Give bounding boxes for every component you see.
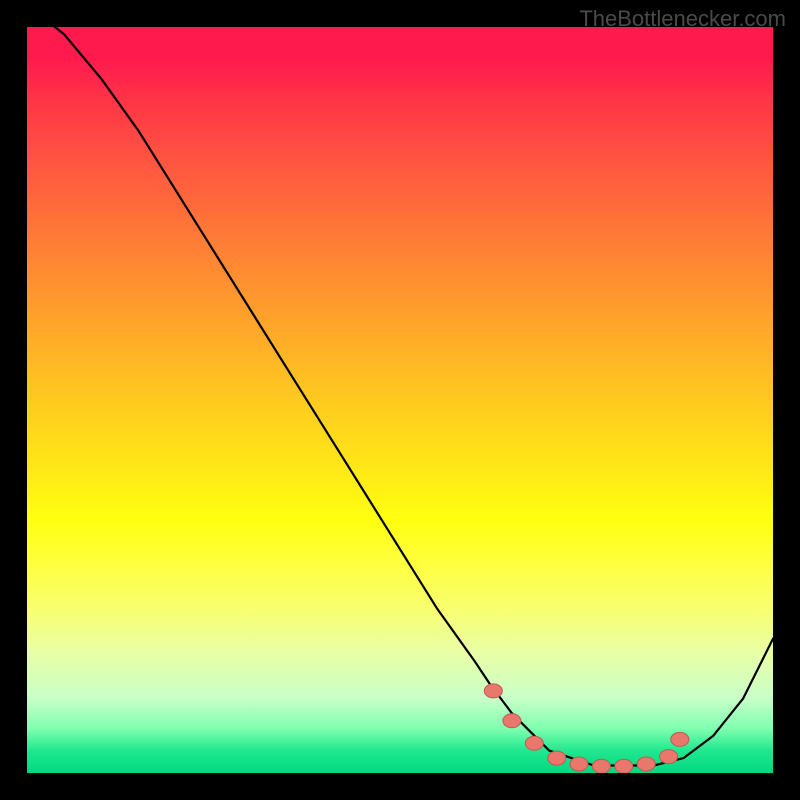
range-marker bbox=[615, 759, 633, 773]
range-marker bbox=[660, 750, 678, 764]
bottleneck-curve-path bbox=[27, 27, 773, 766]
range-marker bbox=[525, 736, 543, 750]
range-marker bbox=[503, 714, 521, 728]
marker-group bbox=[484, 684, 689, 773]
watermark-text: TheBottlenecker.com bbox=[579, 6, 786, 32]
range-marker bbox=[592, 759, 610, 773]
range-marker bbox=[484, 684, 502, 698]
range-marker bbox=[570, 757, 588, 771]
range-marker bbox=[671, 732, 689, 746]
range-marker bbox=[637, 757, 655, 771]
range-marker bbox=[548, 751, 566, 765]
plot-area bbox=[27, 27, 773, 773]
chart-svg bbox=[27, 27, 773, 773]
